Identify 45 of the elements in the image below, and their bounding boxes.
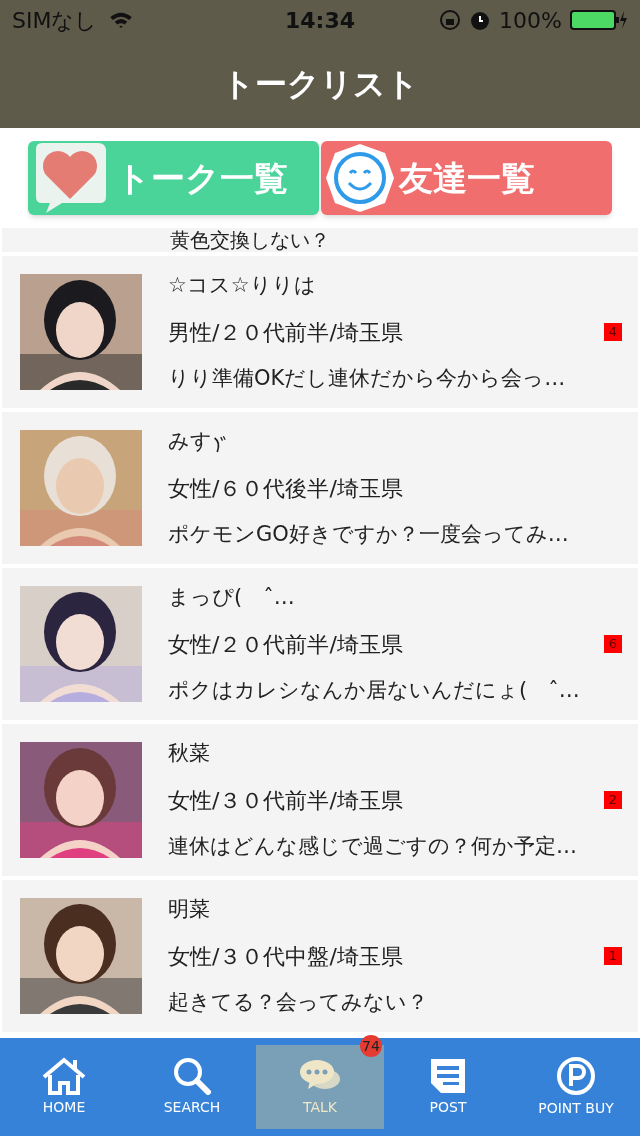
search-icon	[172, 1056, 212, 1095]
battery-icon	[570, 9, 628, 31]
list-item[interactable]: 黄色交換しない？	[2, 228, 638, 252]
carrier-label: SIMなし	[12, 6, 98, 35]
tab-bar-item[interactable]: SEARCH	[128, 1045, 256, 1129]
wifi-icon	[109, 11, 134, 29]
list-item[interactable]: 秋菜 女性/３０代前半/埼玉県 2 連休はどんな感じで過ごすの？何か予定…	[2, 724, 638, 876]
screen-title: トークリスト	[221, 64, 419, 105]
list-item[interactable]: 明菜 女性/３０代中盤/埼玉県 1 起きてる？会ってみない？	[2, 880, 638, 1032]
rotation-lock-icon	[439, 9, 462, 31]
message-preview: ポクはカレシなんか居ないんだにょ( ˆ…	[168, 676, 581, 704]
list-item[interactable]: ☆コス☆りりは 男性/２０代前半/埼玉県 4 りり準備OKだし連休だから今から会っ…	[2, 256, 638, 408]
unread-count: 1	[603, 947, 622, 965]
message-preview: 起きてる？会ってみない？	[168, 988, 429, 1016]
unread-count: 6	[603, 635, 622, 653]
list-switch-button[interactable]: 友達一覧	[321, 141, 612, 215]
user-name: 明菜	[168, 896, 210, 923]
user-name: 秋菜	[168, 740, 210, 767]
tab-bar-item[interactable]: POINT BUY	[512, 1045, 640, 1129]
message-preview: 黄色交換しない？	[170, 228, 330, 252]
home-icon	[42, 1056, 86, 1095]
user-profile: 女性/３０代前半/埼玉県	[168, 786, 403, 815]
document-icon	[429, 1056, 467, 1095]
message-preview: 連休はどんな感じで過ごすの？何か予定…	[168, 832, 578, 860]
message-preview: りり準備OKだし連休だから今から会っ…	[168, 364, 567, 392]
alarm-icon	[469, 9, 492, 31]
list-item[interactable]: みす 女性/６０代後半/埼玉県 ポケモンGO好きですか？一度会ってみ…	[2, 412, 638, 564]
notification-badge: 74	[360, 1035, 382, 1057]
tab-bar-item[interactable]: POST	[384, 1045, 512, 1129]
list-item[interactable]: まっぴ( ˆ… 女性/２０代前半/埼玉県 6 ポクはカレシなんか居ないんだにょ( ˆ…	[2, 568, 638, 720]
user-profile: 女性/６０代後半/埼玉県	[168, 474, 403, 503]
tab-bar-item[interactable]: HOME	[0, 1045, 128, 1129]
clock-time: 14:34	[285, 6, 355, 35]
user-profile: 女性/２０代前半/埼玉県	[168, 630, 403, 659]
user-name: まっぴ( ˆ…	[168, 584, 295, 611]
user-profile: 男性/２０代前半/埼玉県	[168, 318, 403, 347]
user-profile: 女性/３０代中盤/埼玉県	[168, 942, 403, 971]
user-name: ☆コス☆りりは	[168, 272, 316, 299]
unread-count: 4	[603, 323, 622, 341]
unread-count: 2	[603, 791, 622, 809]
message-preview: ポケモンGO好きですか？一度会ってみ…	[168, 520, 570, 548]
smiley-icon	[325, 143, 395, 213]
user-name: みす	[168, 428, 212, 455]
point-icon	[556, 1055, 596, 1096]
battery-percent: 100%	[499, 6, 562, 35]
